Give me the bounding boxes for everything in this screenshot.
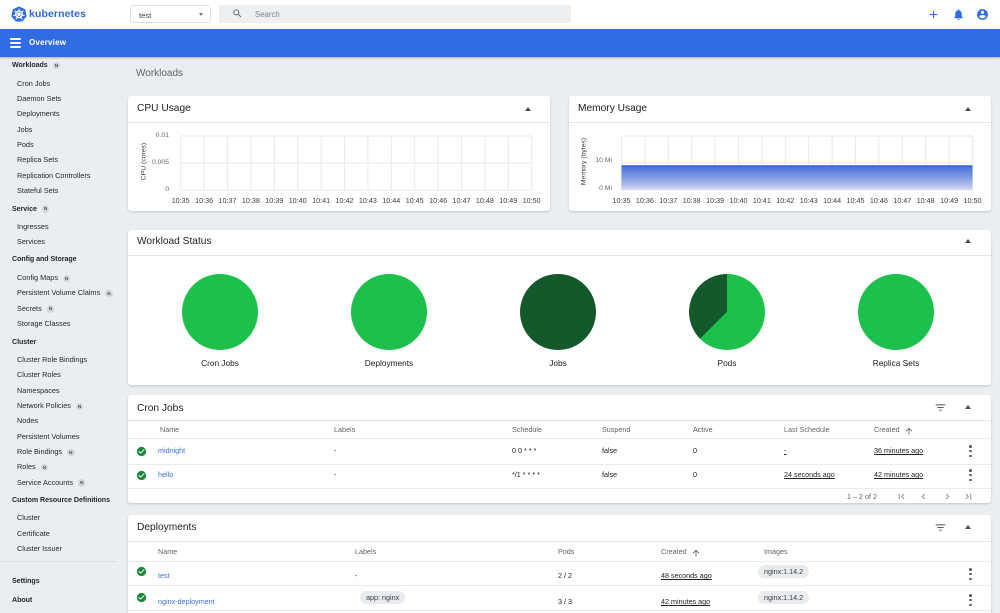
svg-text:10:40: 10:40 — [730, 196, 748, 205]
svg-text:10:46: 10:46 — [429, 196, 447, 205]
svg-text:10:41: 10:41 — [753, 196, 771, 205]
svg-text:10:37: 10:37 — [659, 196, 677, 205]
svg-text:10:49: 10:49 — [499, 196, 517, 205]
svg-text:10:42: 10:42 — [336, 196, 354, 205]
svg-text:10:44: 10:44 — [382, 196, 400, 205]
svg-text:10:40: 10:40 — [289, 196, 307, 205]
svg-text:10:45: 10:45 — [847, 196, 865, 205]
svg-text:10:45: 10:45 — [406, 196, 424, 205]
svg-text:10:48: 10:48 — [476, 196, 494, 205]
svg-text:10:43: 10:43 — [359, 196, 377, 205]
svg-text:10:49: 10:49 — [940, 196, 958, 205]
svg-text:10:37: 10:37 — [219, 196, 237, 205]
svg-text:10:47: 10:47 — [453, 196, 471, 205]
svg-text:10:47: 10:47 — [893, 196, 911, 205]
svg-text:10:39: 10:39 — [706, 196, 724, 205]
svg-text:10:50: 10:50 — [964, 196, 982, 205]
svg-text:10:38: 10:38 — [683, 196, 701, 205]
svg-text:10:46: 10:46 — [870, 196, 888, 205]
svg-text:10:38: 10:38 — [242, 196, 260, 205]
svg-text:10:36: 10:36 — [636, 196, 654, 205]
svg-text:10:41: 10:41 — [312, 196, 330, 205]
svg-text:10:48: 10:48 — [917, 196, 935, 205]
svg-text:10:43: 10:43 — [800, 196, 818, 205]
svg-text:10:50: 10:50 — [523, 196, 541, 205]
svg-text:10:44: 10:44 — [823, 196, 841, 205]
svg-text:10:39: 10:39 — [265, 196, 283, 205]
svg-text:10:35: 10:35 — [172, 196, 190, 205]
svg-text:10:42: 10:42 — [776, 196, 794, 205]
svg-text:10:36: 10:36 — [195, 196, 213, 205]
svg-text:10:35: 10:35 — [613, 196, 631, 205]
